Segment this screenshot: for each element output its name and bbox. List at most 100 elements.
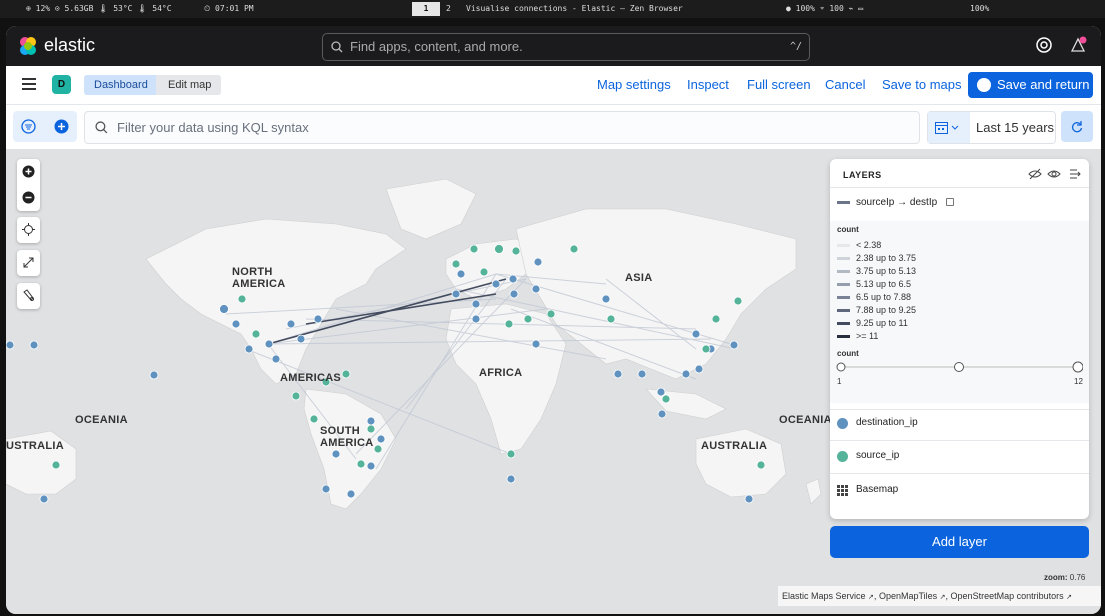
breadcrumb-dashboard[interactable]: Dashboard	[84, 75, 160, 95]
battery-level: 100%	[970, 4, 990, 13]
app-navbar: D Dashboard Edit map Map settings Inspec…	[6, 66, 1101, 105]
full-screen-link[interactable]: Full screen	[747, 77, 811, 92]
add-layer-button[interactable]: Add layer	[830, 526, 1089, 558]
legend-swatch	[837, 322, 850, 326]
kibana-header: elastic Find apps, content, and more. ^/	[6, 26, 1101, 66]
label-australia-left: USTRALIA	[6, 440, 65, 452]
fit-to-data-button[interactable]	[17, 250, 40, 276]
map-attribution: Elastic Maps Service ↗, OpenMapTiles ↗, …	[778, 586, 1101, 606]
cancel-link[interactable]: Cancel	[825, 77, 865, 92]
draw-tools-button[interactable]	[17, 283, 40, 309]
search-placeholder: Find apps, content, and more.	[350, 39, 523, 54]
query-bar: Filter your data using KQL syntax Last 1…	[6, 105, 1101, 149]
global-search-input[interactable]: Find apps, content, and more. ^/	[322, 33, 810, 61]
search-icon	[331, 41, 343, 53]
workspace-2[interactable]: 2	[446, 0, 451, 18]
zoom-indicator: zoom: 0.76	[1044, 573, 1085, 582]
legend-swatch	[837, 335, 850, 339]
attribution-openstreetmap[interactable]: OpenStreetMap contributors	[951, 591, 1064, 601]
legend-item: 2.38 up to 3.75	[837, 253, 916, 263]
add-filter-icon[interactable]	[54, 119, 69, 134]
menu-icon[interactable]	[22, 78, 36, 90]
zoom-out-button[interactable]	[17, 185, 40, 211]
calendar-icon[interactable]	[928, 112, 970, 143]
layer-name-basemap: Basemap	[856, 484, 899, 495]
search-shortcut: ^/	[789, 41, 802, 52]
external-link-icon: ↗	[939, 594, 946, 601]
crosshair-icon	[22, 223, 35, 236]
system-stats: ⊕ 12% ⊙ 5.63GB 🌡 53°C 🌡 54°C	[26, 4, 172, 13]
legend-label: 3.75 up to 5.13	[856, 266, 917, 276]
zoom-value: 0.76	[1069, 573, 1086, 582]
label-africa: AFRICA	[479, 367, 523, 379]
legend-label: 9.25 up to 11	[856, 318, 908, 328]
legend-swatch	[837, 257, 850, 261]
layer-row-basemap[interactable]: Basemap	[830, 484, 1089, 508]
hide-all-layers-icon[interactable]	[1028, 168, 1042, 180]
minus-icon	[22, 191, 35, 204]
zoom-label: zoom:	[1044, 573, 1068, 582]
system-status-bar: ⊕ 12% ⊙ 5.63GB 🌡 53°C 🌡 54°C ⏲ 07:01 PM …	[0, 0, 1105, 18]
filter-buttons	[13, 111, 77, 142]
map-canvas[interactable]: NORTH AMERICA ASIA AMERICAS AFRICA OCEAN…	[6, 149, 1101, 614]
show-all-layers-icon[interactable]	[1047, 168, 1061, 180]
workspace-1[interactable]: 1	[412, 2, 440, 16]
layer-control-panel: LAYERS sourceIp → destIp count < 2.38 2.3…	[830, 159, 1089, 519]
legend-item: 9.25 up to 11	[837, 318, 908, 328]
zoom-controls	[17, 159, 40, 211]
size-max: 12	[1074, 377, 1083, 386]
label-south-america: SOUTH AMERICA	[320, 425, 374, 449]
kql-query-input[interactable]: Filter your data using KQL syntax	[84, 111, 920, 144]
attribution-openmaptiles[interactable]: OpenMapTiles	[879, 591, 937, 601]
legend-label: 7.88 up to 9.25	[856, 305, 917, 315]
date-picker[interactable]: Last 15 years	[927, 111, 1056, 144]
inspect-link[interactable]: Inspect	[687, 77, 729, 92]
refresh-icon	[1071, 121, 1083, 133]
legend-label: >= 11	[856, 331, 879, 341]
legend-color-title: count	[837, 225, 859, 234]
layer-name-source-ip: source_ip	[856, 450, 900, 461]
zoom-in-button[interactable]	[17, 159, 40, 185]
browser-content: elastic Find apps, content, and more. ^/…	[6, 26, 1101, 614]
help-icon[interactable]	[1035, 36, 1053, 54]
legend-swatch	[837, 283, 850, 287]
elastic-logo-icon[interactable]	[18, 36, 38, 56]
kql-placeholder: Filter your data using KQL syntax	[117, 120, 309, 135]
refresh-button[interactable]	[1061, 111, 1093, 142]
system-clock: ⏲ 07:01 PM	[204, 4, 254, 13]
legend-size-title: count	[837, 349, 859, 358]
collapse-panel-icon[interactable]	[1069, 168, 1082, 180]
legend-item: 3.75 up to 5.13	[837, 266, 916, 276]
wrench-icon	[23, 289, 34, 301]
label-north-america: NORTH AMERICA	[232, 266, 286, 290]
label-asia: ASIA	[625, 272, 653, 284]
brand-name: elastic	[44, 35, 96, 55]
time-range-value[interactable]: Last 15 years	[976, 120, 1054, 135]
legend-label: 6.5 up to 7.88	[856, 292, 912, 302]
tooltip-indicator-icon	[946, 198, 954, 206]
check-circle-icon	[977, 78, 991, 92]
filter-icon[interactable]	[21, 119, 36, 134]
legend-label: 2.38 up to 3.75	[856, 253, 917, 263]
line-layer-icon	[837, 201, 850, 204]
system-status-right: ● 100% ⌔ 100 ⌁ ▭	[786, 4, 864, 13]
grid-icon	[837, 485, 848, 496]
connection-legend: count < 2.38 2.38 up to 3.75 3.75 up to 5.…	[830, 221, 1089, 403]
legend-item: 5.13 up to 6.5	[837, 279, 911, 289]
save-and-return-button[interactable]: Save and return	[968, 72, 1093, 98]
save-and-return-label: Save and return	[997, 77, 1090, 92]
layer-row-destination-ip[interactable]: destination_ip	[830, 417, 1089, 441]
set-view-button[interactable]	[17, 217, 40, 243]
layer-name-connections: sourceIp → destIp	[856, 197, 938, 208]
save-to-maps-link[interactable]: Save to maps	[882, 77, 962, 92]
plus-icon	[22, 165, 35, 178]
attribution-elastic-maps[interactable]: Elastic Maps Service	[782, 591, 866, 601]
point-layer-icon	[837, 451, 848, 462]
layer-row-source-ip[interactable]: source_ip	[830, 450, 1089, 474]
news-feed-icon[interactable]	[1069, 36, 1087, 54]
legend-item: < 2.38	[837, 240, 881, 250]
space-avatar[interactable]: D	[52, 75, 71, 94]
map-settings-link[interactable]: Map settings	[597, 77, 671, 92]
expand-icon	[23, 257, 34, 268]
layer-row-connections[interactable]: sourceIp → destIp	[830, 197, 1089, 219]
